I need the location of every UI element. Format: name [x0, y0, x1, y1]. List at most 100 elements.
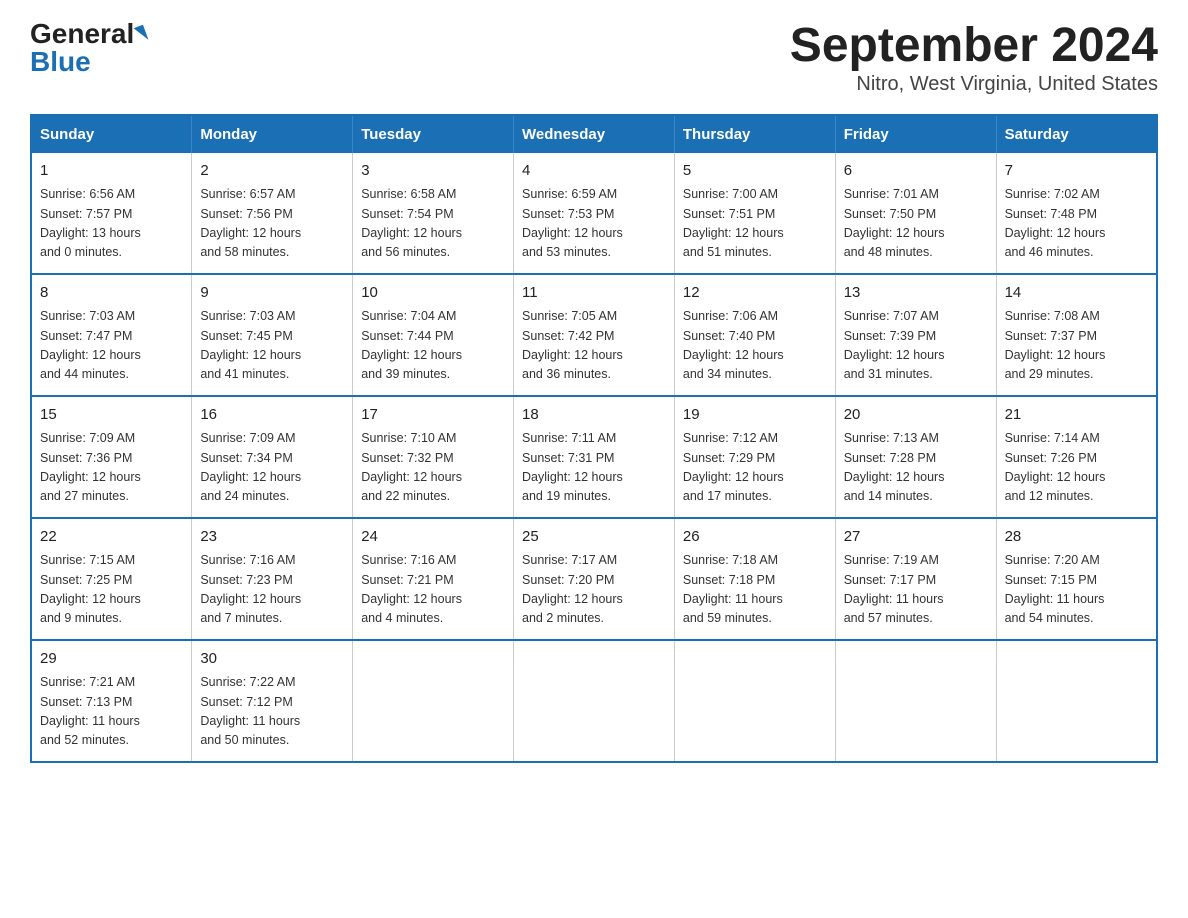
- day-info: Sunrise: 7:05 AM Sunset: 7:42 PM Dayligh…: [522, 307, 666, 385]
- calendar-cell: 25Sunrise: 7:17 AM Sunset: 7:20 PM Dayli…: [514, 518, 675, 640]
- day-number: 26: [683, 526, 827, 549]
- calendar-cell: 28Sunrise: 7:20 AM Sunset: 7:15 PM Dayli…: [996, 518, 1157, 640]
- day-info: Sunrise: 6:57 AM Sunset: 7:56 PM Dayligh…: [200, 185, 344, 263]
- day-number: 25: [522, 526, 666, 549]
- page-subtitle: Nitro, West Virginia, United States: [790, 73, 1158, 96]
- calendar-cell: 26Sunrise: 7:18 AM Sunset: 7:18 PM Dayli…: [674, 518, 835, 640]
- day-of-week-header: Monday: [192, 115, 353, 153]
- day-number: 1: [40, 160, 183, 183]
- day-number: 16: [200, 404, 344, 427]
- title-block: September 2024 Nitro, West Virginia, Uni…: [790, 20, 1158, 96]
- day-info: Sunrise: 7:19 AM Sunset: 7:17 PM Dayligh…: [844, 551, 988, 629]
- day-of-week-header: Sunday: [31, 115, 192, 153]
- calendar-cell: 16Sunrise: 7:09 AM Sunset: 7:34 PM Dayli…: [192, 396, 353, 518]
- calendar-header-row: SundayMondayTuesdayWednesdayThursdayFrid…: [31, 115, 1157, 153]
- day-number: 28: [1005, 526, 1148, 549]
- day-number: 27: [844, 526, 988, 549]
- day-info: Sunrise: 7:12 AM Sunset: 7:29 PM Dayligh…: [683, 429, 827, 507]
- day-of-week-header: Thursday: [674, 115, 835, 153]
- day-info: Sunrise: 7:06 AM Sunset: 7:40 PM Dayligh…: [683, 307, 827, 385]
- logo-triangle-icon: [134, 25, 149, 43]
- day-of-week-header: Friday: [835, 115, 996, 153]
- day-info: Sunrise: 7:09 AM Sunset: 7:36 PM Dayligh…: [40, 429, 183, 507]
- day-info: Sunrise: 7:17 AM Sunset: 7:20 PM Dayligh…: [522, 551, 666, 629]
- day-info: Sunrise: 7:14 AM Sunset: 7:26 PM Dayligh…: [1005, 429, 1148, 507]
- calendar-cell: [674, 640, 835, 762]
- calendar-cell: 4Sunrise: 6:59 AM Sunset: 7:53 PM Daylig…: [514, 153, 675, 274]
- day-info: Sunrise: 7:03 AM Sunset: 7:47 PM Dayligh…: [40, 307, 183, 385]
- calendar-cell: 12Sunrise: 7:06 AM Sunset: 7:40 PM Dayli…: [674, 274, 835, 396]
- day-number: 29: [40, 648, 183, 671]
- calendar-cell: 10Sunrise: 7:04 AM Sunset: 7:44 PM Dayli…: [353, 274, 514, 396]
- day-info: Sunrise: 7:15 AM Sunset: 7:25 PM Dayligh…: [40, 551, 183, 629]
- day-number: 20: [844, 404, 988, 427]
- page-header: General Blue September 2024 Nitro, West …: [30, 20, 1158, 96]
- calendar-cell: 1Sunrise: 6:56 AM Sunset: 7:57 PM Daylig…: [31, 153, 192, 274]
- day-number: 19: [683, 404, 827, 427]
- day-info: Sunrise: 7:00 AM Sunset: 7:51 PM Dayligh…: [683, 185, 827, 263]
- calendar-cell: [996, 640, 1157, 762]
- day-info: Sunrise: 6:59 AM Sunset: 7:53 PM Dayligh…: [522, 185, 666, 263]
- day-number: 2: [200, 160, 344, 183]
- day-info: Sunrise: 7:22 AM Sunset: 7:12 PM Dayligh…: [200, 673, 344, 751]
- day-number: 22: [40, 526, 183, 549]
- day-number: 6: [844, 160, 988, 183]
- day-info: Sunrise: 7:10 AM Sunset: 7:32 PM Dayligh…: [361, 429, 505, 507]
- day-number: 8: [40, 282, 183, 305]
- day-number: 30: [200, 648, 344, 671]
- calendar-week-row: 15Sunrise: 7:09 AM Sunset: 7:36 PM Dayli…: [31, 396, 1157, 518]
- day-info: Sunrise: 7:20 AM Sunset: 7:15 PM Dayligh…: [1005, 551, 1148, 629]
- calendar-cell: [353, 640, 514, 762]
- day-number: 4: [522, 160, 666, 183]
- day-of-week-header: Saturday: [996, 115, 1157, 153]
- day-info: Sunrise: 7:13 AM Sunset: 7:28 PM Dayligh…: [844, 429, 988, 507]
- calendar-cell: 27Sunrise: 7:19 AM Sunset: 7:17 PM Dayli…: [835, 518, 996, 640]
- calendar-cell: 29Sunrise: 7:21 AM Sunset: 7:13 PM Dayli…: [31, 640, 192, 762]
- calendar-cell: 23Sunrise: 7:16 AM Sunset: 7:23 PM Dayli…: [192, 518, 353, 640]
- calendar-week-row: 29Sunrise: 7:21 AM Sunset: 7:13 PM Dayli…: [31, 640, 1157, 762]
- calendar-week-row: 8Sunrise: 7:03 AM Sunset: 7:47 PM Daylig…: [31, 274, 1157, 396]
- calendar-cell: 18Sunrise: 7:11 AM Sunset: 7:31 PM Dayli…: [514, 396, 675, 518]
- day-number: 13: [844, 282, 988, 305]
- calendar-cell: 24Sunrise: 7:16 AM Sunset: 7:21 PM Dayli…: [353, 518, 514, 640]
- calendar-cell: [835, 640, 996, 762]
- day-number: 12: [683, 282, 827, 305]
- day-number: 14: [1005, 282, 1148, 305]
- calendar-cell: 9Sunrise: 7:03 AM Sunset: 7:45 PM Daylig…: [192, 274, 353, 396]
- day-info: Sunrise: 7:08 AM Sunset: 7:37 PM Dayligh…: [1005, 307, 1148, 385]
- calendar-cell: 20Sunrise: 7:13 AM Sunset: 7:28 PM Dayli…: [835, 396, 996, 518]
- day-number: 3: [361, 160, 505, 183]
- calendar-cell: 8Sunrise: 7:03 AM Sunset: 7:47 PM Daylig…: [31, 274, 192, 396]
- page-title: September 2024: [790, 20, 1158, 73]
- calendar-cell: 17Sunrise: 7:10 AM Sunset: 7:32 PM Dayli…: [353, 396, 514, 518]
- day-number: 5: [683, 160, 827, 183]
- calendar-cell: 2Sunrise: 6:57 AM Sunset: 7:56 PM Daylig…: [192, 153, 353, 274]
- day-number: 9: [200, 282, 344, 305]
- day-info: Sunrise: 7:02 AM Sunset: 7:48 PM Dayligh…: [1005, 185, 1148, 263]
- day-info: Sunrise: 7:18 AM Sunset: 7:18 PM Dayligh…: [683, 551, 827, 629]
- day-number: 23: [200, 526, 344, 549]
- day-info: Sunrise: 7:07 AM Sunset: 7:39 PM Dayligh…: [844, 307, 988, 385]
- calendar-cell: 6Sunrise: 7:01 AM Sunset: 7:50 PM Daylig…: [835, 153, 996, 274]
- day-number: 7: [1005, 160, 1148, 183]
- logo-blue: Blue: [30, 48, 91, 76]
- calendar-table: SundayMondayTuesdayWednesdayThursdayFrid…: [30, 114, 1158, 763]
- calendar-cell: 7Sunrise: 7:02 AM Sunset: 7:48 PM Daylig…: [996, 153, 1157, 274]
- day-number: 11: [522, 282, 666, 305]
- calendar-cell: 15Sunrise: 7:09 AM Sunset: 7:36 PM Dayli…: [31, 396, 192, 518]
- day-of-week-header: Tuesday: [353, 115, 514, 153]
- day-info: Sunrise: 6:58 AM Sunset: 7:54 PM Dayligh…: [361, 185, 505, 263]
- calendar-cell: 21Sunrise: 7:14 AM Sunset: 7:26 PM Dayli…: [996, 396, 1157, 518]
- day-of-week-header: Wednesday: [514, 115, 675, 153]
- calendar-week-row: 1Sunrise: 6:56 AM Sunset: 7:57 PM Daylig…: [31, 153, 1157, 274]
- day-info: Sunrise: 7:09 AM Sunset: 7:34 PM Dayligh…: [200, 429, 344, 507]
- day-number: 17: [361, 404, 505, 427]
- calendar-cell: 30Sunrise: 7:22 AM Sunset: 7:12 PM Dayli…: [192, 640, 353, 762]
- logo-general: General: [30, 20, 134, 48]
- day-info: Sunrise: 7:21 AM Sunset: 7:13 PM Dayligh…: [40, 673, 183, 751]
- day-number: 21: [1005, 404, 1148, 427]
- day-info: Sunrise: 7:03 AM Sunset: 7:45 PM Dayligh…: [200, 307, 344, 385]
- logo: General Blue: [30, 20, 146, 76]
- day-info: Sunrise: 7:04 AM Sunset: 7:44 PM Dayligh…: [361, 307, 505, 385]
- day-info: Sunrise: 7:16 AM Sunset: 7:21 PM Dayligh…: [361, 551, 505, 629]
